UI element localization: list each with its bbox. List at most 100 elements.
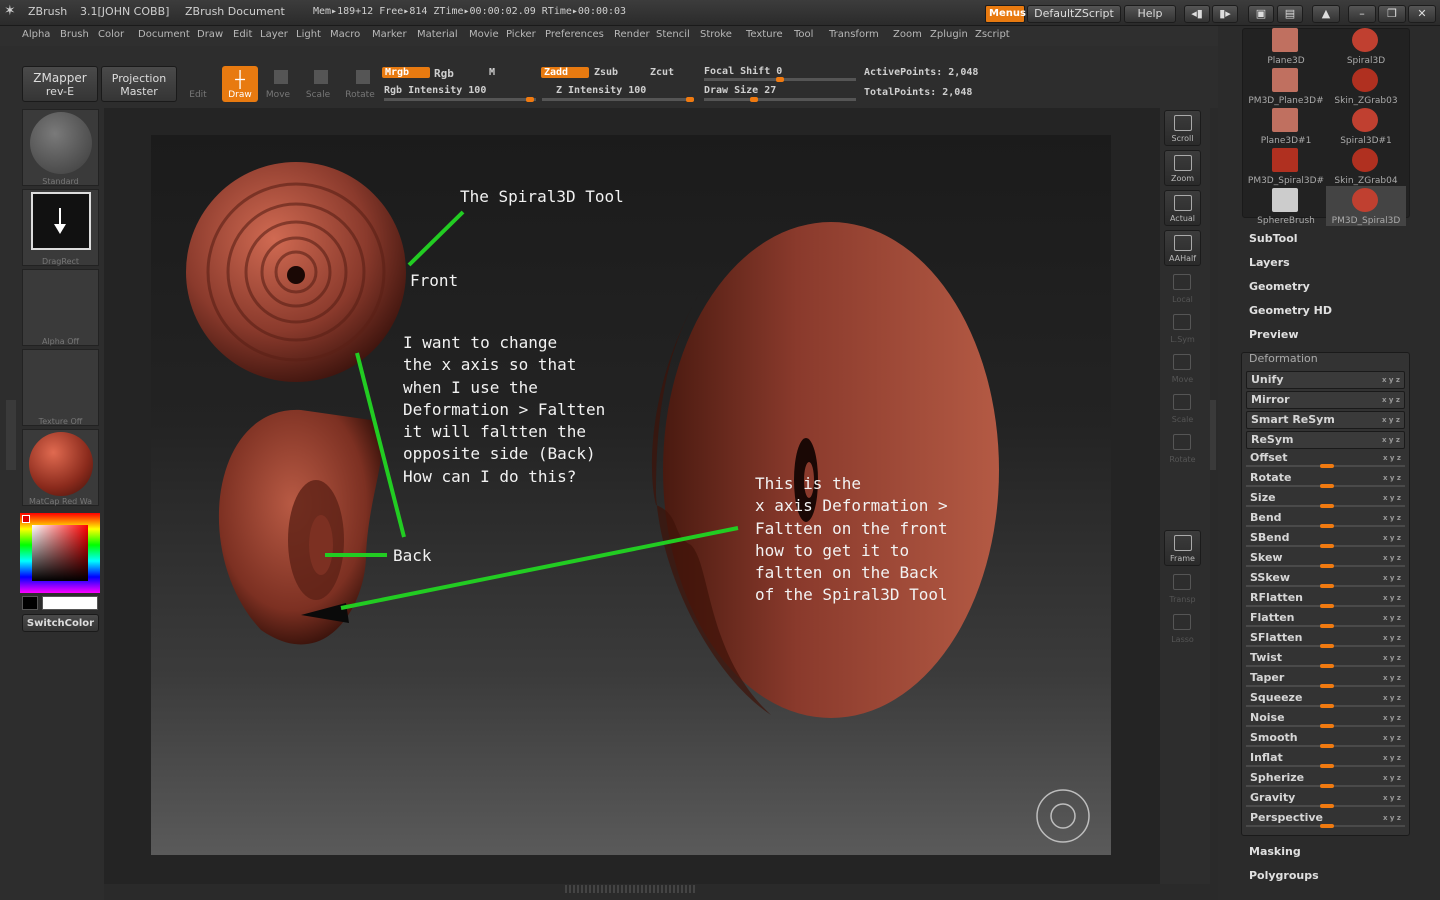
slider-knob[interactable] [1320,664,1334,668]
deform-skew-slider[interactable]: Skew x y z [1246,550,1405,568]
deform-perspective-slider[interactable]: Perspective x y z [1246,810,1405,828]
tool-thumb[interactable]: PM3D_Spiral3D [1326,186,1406,226]
xyz-axis-icon[interactable]: x y z [1383,590,1401,606]
xyz-axis-icon[interactable]: x y z [1383,650,1401,666]
menu-layer[interactable]: Layer [260,29,288,40]
saturation-square[interactable] [32,525,88,581]
lock-icon[interactable]: ▲ [1312,5,1340,23]
slider-knob[interactable] [1320,544,1334,548]
close-icon[interactable]: ✕ [1408,5,1436,23]
tool-thumb[interactable]: Spiral3D [1326,26,1406,66]
deform-smooth-slider[interactable]: Smooth x y z [1246,730,1405,748]
rgb-intensity-track[interactable] [384,98,536,101]
section-polygroups[interactable]: Polygroups [1249,869,1319,882]
secondary-color-swatch[interactable] [22,596,38,610]
menu-brush[interactable]: Brush [60,29,89,40]
slider-knob[interactable] [1320,704,1334,708]
slider-knob[interactable] [1320,584,1334,588]
deform-resym-button[interactable]: ReSym x y z [1246,431,1405,449]
z-intensity-slider[interactable]: Z Intensity 100 [556,85,646,96]
xyz-axis-icon[interactable]: x y z [1383,670,1401,686]
minimize-icon[interactable]: – [1348,5,1376,23]
tool-rotate[interactable]: Rotate [1164,430,1201,466]
rotate-button[interactable]: Rotate [342,66,378,102]
tool-aahalf[interactable]: AAHalf [1164,230,1201,266]
rgb-intensity-slider[interactable]: Rgb Intensity 100 [384,85,486,96]
tool-frame[interactable]: Frame [1164,530,1201,566]
zcut-button[interactable]: Zcut [650,67,674,78]
tool-thumb[interactable]: Skin_ZGrab03 [1326,66,1406,106]
xyz-axis-icon[interactable]: x y z [1382,392,1400,408]
tool-scale[interactable]: Scale [1164,390,1201,426]
rgb-intensity-knob[interactable] [526,97,534,102]
primary-color-swatch[interactable] [42,596,98,610]
m-button[interactable]: M [489,67,495,78]
menu-zoom[interactable]: Zoom [893,29,922,40]
xyz-axis-icon[interactable]: x y z [1383,550,1401,566]
tool-thumb[interactable]: PM3D_Plane3D# [1246,66,1326,106]
tool-actual[interactable]: Actual [1164,190,1201,226]
menu-zplugin[interactable]: Zplugin [930,29,968,40]
menu-preferences[interactable]: Preferences [545,29,604,40]
deform-sbend-slider[interactable]: SBend x y z [1246,530,1405,548]
xyz-axis-icon[interactable]: x y z [1383,630,1401,646]
deform-noise-slider[interactable]: Noise x y z [1246,710,1405,728]
default-zscript-button[interactable]: DefaultZScript [1027,5,1121,23]
slider-knob[interactable] [1320,684,1334,688]
slider-knob[interactable] [1320,764,1334,768]
deform-inflat-slider[interactable]: Inflat x y z [1246,750,1405,768]
menu-render[interactable]: Render [614,29,650,40]
tool-thumb[interactable]: Plane3D#1 [1246,106,1326,146]
move-button[interactable]: Move [260,66,296,102]
section-geometry-hd[interactable]: Geometry HD [1249,304,1332,317]
deform-sflatten-slider[interactable]: SFlatten x y z [1246,630,1405,648]
tool-thumb[interactable]: Plane3D [1246,26,1326,66]
deform-bend-slider[interactable]: Bend x y z [1246,510,1405,528]
edit-button[interactable]: Edit [180,66,216,102]
draw-size-track[interactable] [704,98,856,101]
brush-selector[interactable]: Standard [22,109,99,186]
xyz-axis-icon[interactable]: x y z [1382,372,1400,388]
z-intensity-track[interactable] [542,98,694,101]
xyz-axis-icon[interactable]: x y z [1383,790,1401,806]
deform-squeeze-slider[interactable]: Squeeze x y z [1246,690,1405,708]
menu-stencil[interactable]: Stencil [656,29,690,40]
layout-alt-icon[interactable]: ▤ [1277,5,1303,23]
menu-tool[interactable]: Tool [794,29,813,40]
slider-knob[interactable] [1320,524,1334,528]
slider-knob[interactable] [1320,724,1334,728]
deform-gravity-slider[interactable]: Gravity x y z [1246,790,1405,808]
menu-light[interactable]: Light [296,29,321,40]
xyz-axis-icon[interactable]: x y z [1383,530,1401,546]
menu-alpha[interactable]: Alpha [22,29,50,40]
deform-taper-slider[interactable]: Taper x y z [1246,670,1405,688]
stroke-selector[interactable]: DragRect [22,189,99,266]
deform-twist-slider[interactable]: Twist x y z [1246,650,1405,668]
scale-button[interactable]: Scale [300,66,336,102]
deformation-header[interactable]: Deformation [1249,352,1318,365]
slider-knob[interactable] [1320,824,1334,828]
tool-move[interactable]: Move [1164,350,1201,386]
xyz-axis-icon[interactable]: x y z [1383,690,1401,706]
menu-color[interactable]: Color [98,29,124,40]
menus-button[interactable]: Menus [985,5,1026,23]
slider-knob[interactable] [1320,484,1334,488]
deform-rflatten-slider[interactable]: RFlatten x y z [1246,590,1405,608]
deform-mirror-button[interactable]: Mirror x y z [1246,391,1405,409]
zadd-button[interactable]: Zadd [541,67,589,78]
tool-thumb[interactable]: Skin_ZGrab04 [1326,146,1406,186]
draw-size-knob[interactable] [750,97,758,102]
section-subtool[interactable]: SubTool [1249,232,1298,245]
tool-local[interactable]: Local [1164,270,1201,306]
deform-unify-button[interactable]: Unify x y z [1246,371,1405,389]
switch-color-button[interactable]: SwitchColor [22,614,99,632]
menu-zscript[interactable]: Zscript [975,29,1010,40]
menu-stroke[interactable]: Stroke [700,29,732,40]
tool-lsym[interactable]: L.Sym [1164,310,1201,346]
left-tray-handle[interactable] [6,400,16,470]
xyz-axis-icon[interactable]: x y z [1382,412,1400,428]
menu-material[interactable]: Material [417,29,458,40]
menu-document[interactable]: Document [138,29,190,40]
xyz-axis-icon[interactable]: x y z [1383,470,1401,486]
z-intensity-knob[interactable] [686,97,694,102]
